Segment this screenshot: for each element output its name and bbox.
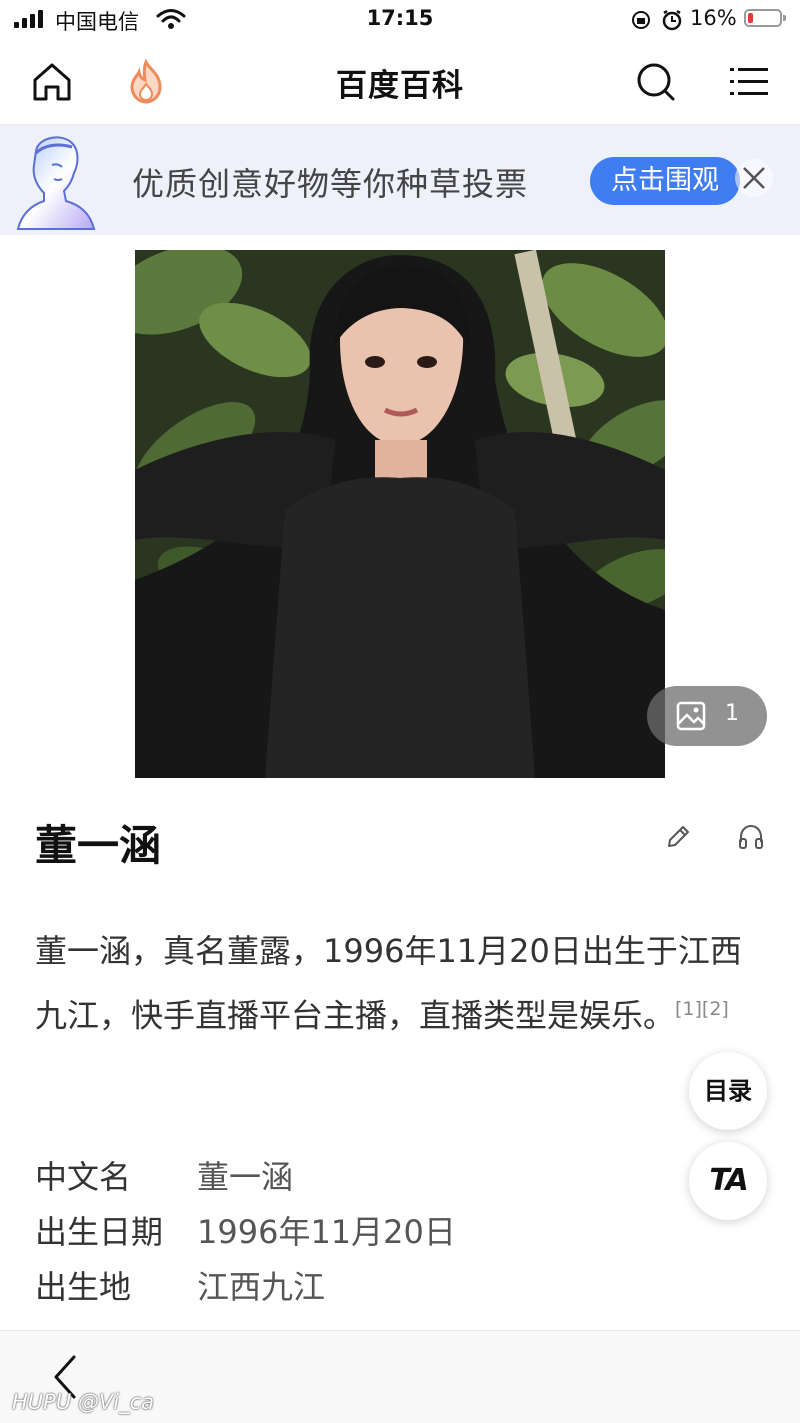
ta-button[interactable]: TA (689, 1142, 767, 1220)
battery-icon (744, 9, 786, 27)
gallery-icon (676, 701, 706, 731)
statue-bust-image (16, 136, 96, 230)
info-value: 1996年11月20日 (197, 1213, 456, 1251)
banner-text: 优质创意好物等你种草投票 (132, 165, 529, 203)
summary-text: 董一涵，真名董露，1996年11月20日出生于江西九江，快手直播平台主播，直播类… (35, 932, 742, 1035)
close-icon[interactable] (734, 158, 774, 198)
info-value: 江西九江 (197, 1268, 326, 1306)
info-key: 出生地 (35, 1268, 132, 1306)
promo-banner[interactable]: 优质创意好物等你种草投票 点击围观 (0, 125, 800, 235)
photo-count-badge[interactable]: 1 (647, 686, 767, 746)
entry-title: 董一涵 (35, 821, 162, 870)
info-key: 中文名 (35, 1158, 132, 1196)
battery-percent: 16% (690, 6, 737, 30)
photo-count: 1 (725, 701, 739, 726)
banner-view-button[interactable]: 点击围观 (590, 157, 740, 205)
edit-icon[interactable] (663, 822, 693, 852)
entry-photo[interactable] (135, 250, 665, 778)
lock-alarm-icons (632, 9, 682, 31)
headphones-icon[interactable] (736, 822, 766, 852)
search-icon[interactable] (632, 58, 680, 106)
portrait-image (135, 250, 665, 778)
battery-fill (748, 13, 753, 23)
watermark: HUPU @Vi_ca (12, 1390, 154, 1414)
reference-links[interactable]: [1][2] (675, 998, 729, 1020)
menu-icon[interactable] (725, 58, 773, 106)
entry-summary: 董一涵，真名董露，1996年11月20日出生于江西九江，快手直播平台主播，直播类… (35, 922, 755, 1045)
info-value: 董一涵 (197, 1158, 294, 1196)
info-key: 出生日期 (35, 1213, 164, 1251)
page-title: 百度百科 (336, 68, 464, 104)
toc-button[interactable]: 目录 (689, 1052, 767, 1130)
nav-bar: 百度百科 (0, 40, 800, 125)
status-bar: 中国电信 17:15 16% (0, 0, 800, 40)
